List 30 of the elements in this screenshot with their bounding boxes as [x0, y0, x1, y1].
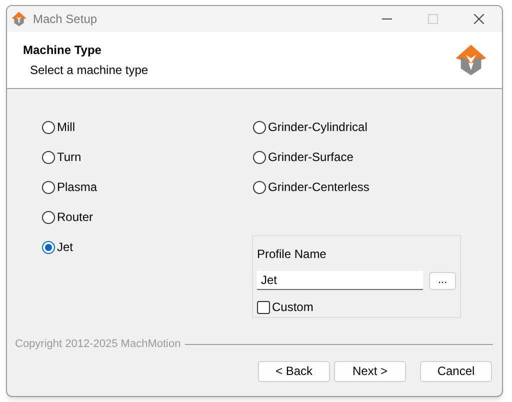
profile-name-field[interactable]: Jet: [257, 271, 424, 290]
radio-option[interactable]: Jet: [42, 232, 74, 262]
radio-option[interactable]: Grinder-Cylindrical: [253, 112, 368, 142]
dialog-button[interactable]: < Back: [258, 360, 330, 382]
radio-indicator[interactable]: [42, 180, 55, 194]
app-logo-icon: [11, 11, 27, 27]
browse-button[interactable]: ...: [429, 272, 456, 290]
radio-option[interactable]: Turn: [42, 142, 82, 172]
radio-indicator[interactable]: [42, 240, 55, 254]
brand-logo-icon: [454, 43, 488, 77]
dialog-button[interactable]: Next >: [334, 360, 406, 382]
radio-indicator[interactable]: [42, 120, 55, 134]
dialog-button[interactable]: Cancel: [420, 360, 492, 382]
header-subtitle: Select a machine type: [30, 62, 148, 79]
radio-indicator[interactable]: [253, 180, 266, 194]
radio-option[interactable]: Mill: [42, 112, 75, 142]
header-title: Machine Type: [23, 42, 102, 59]
close-icon: [474, 14, 484, 24]
radio-indicator[interactable]: [253, 120, 266, 134]
radio-option[interactable]: Grinder-Surface: [253, 142, 354, 172]
radio-option[interactable]: Router: [42, 202, 94, 232]
profile-label: Profile Name: [257, 246, 328, 263]
radio-indicator[interactable]: [42, 210, 55, 224]
radio-indicator[interactable]: [253, 150, 266, 164]
window-title: Mach Setup: [33, 11, 98, 28]
custom-checkbox[interactable]: Custom: [257, 298, 456, 316]
radio-option[interactable]: Grinder-Centerless: [253, 172, 370, 202]
radio-indicator[interactable]: [42, 150, 55, 164]
radio-option[interactable]: Plasma: [42, 172, 98, 202]
copyright-text: Copyright 2012-2025 MachMotion: [15, 337, 181, 352]
